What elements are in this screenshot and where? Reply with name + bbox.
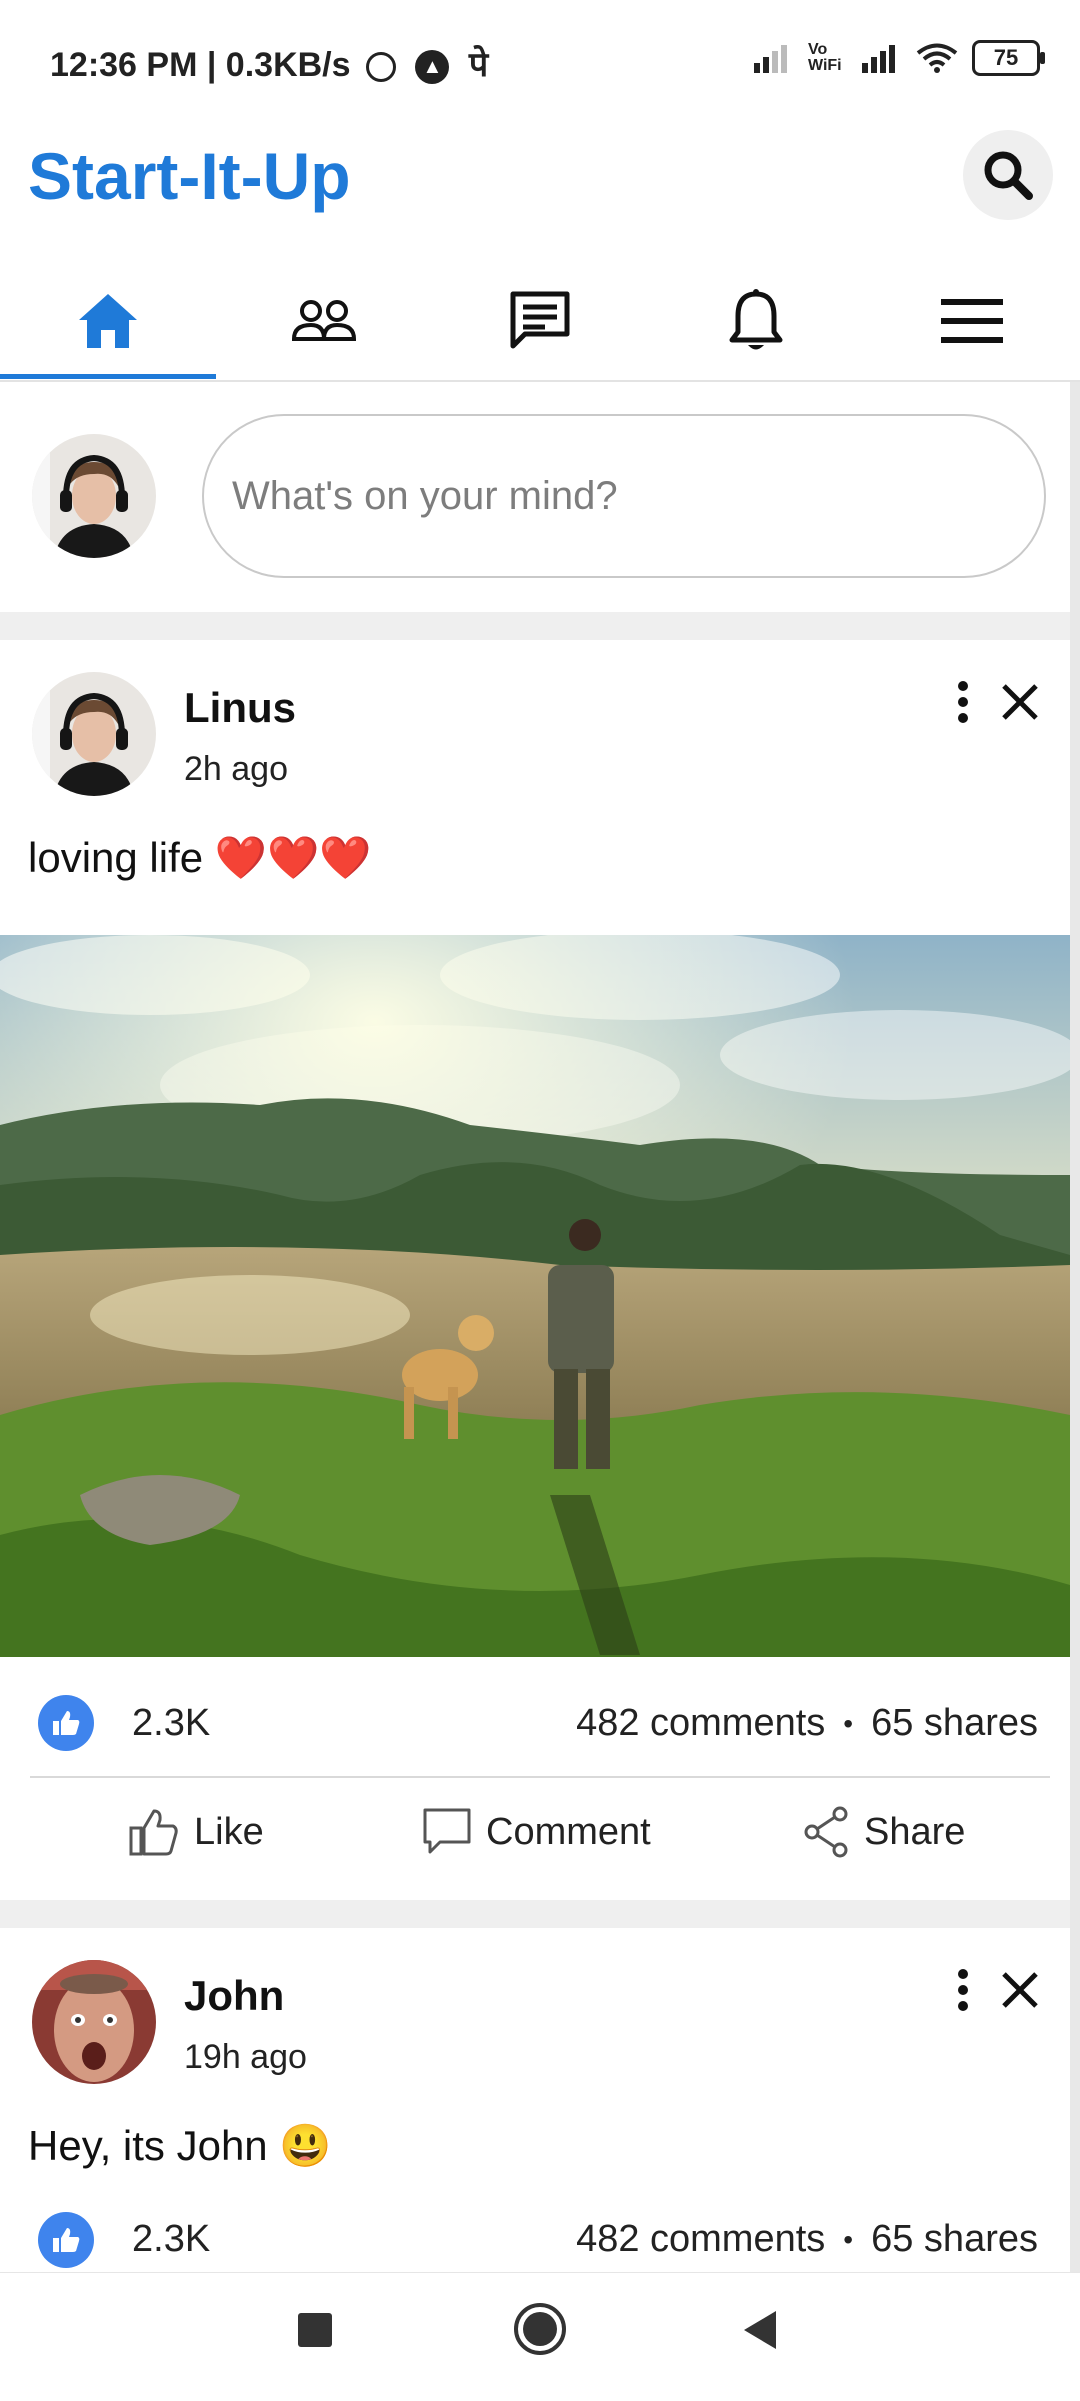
home-icon <box>79 294 137 348</box>
menu-icon <box>941 299 1003 343</box>
battery-indicator: 75 <box>972 40 1045 76</box>
status-bar: 12:36 PM | 0.3KB/s ▲ पे Vo WiFi 75 <box>0 0 1080 130</box>
post-image[interactable] <box>0 930 1080 1657</box>
like-count[interactable]: 2.3K <box>132 1702 210 1745</box>
share-count[interactable]: 65 shares <box>871 1702 1038 1745</box>
share-icon <box>804 1806 848 1858</box>
thumbs-up-outline-icon <box>129 1809 178 1856</box>
app-title: Start-It-Up <box>28 139 351 213</box>
avatar-image <box>32 434 156 558</box>
search-icon <box>984 151 1033 200</box>
thumbs-up-icon <box>53 1711 80 1735</box>
bullet-separator: • <box>843 2223 854 2255</box>
friends-icon <box>291 300 357 341</box>
share-button[interactable]: Share <box>802 1806 965 1858</box>
comment-button[interactable]: Comment <box>422 1806 651 1858</box>
comment-count[interactable]: 482 comments <box>576 1702 825 1745</box>
share-count[interactable]: 65 shares <box>871 2218 1038 2261</box>
post-text: Hey, its John 😃 <box>28 2122 332 2169</box>
signal-icon <box>754 45 787 73</box>
post-timestamp: 19h ago <box>184 2038 307 2076</box>
wifi-icon <box>916 43 958 73</box>
post-author-name[interactable]: John <box>184 1972 284 2020</box>
post-author-name[interactable]: Linus <box>184 684 296 732</box>
recent-apps-button[interactable] <box>298 2313 332 2347</box>
engagement-summary: 482 comments • 65 shares <box>576 1702 1038 1745</box>
post-options-button[interactable] <box>946 1966 980 2014</box>
post-timestamp: 2h ago <box>184 750 288 788</box>
avatar-image <box>32 672 156 796</box>
comment-count[interactable]: 482 comments <box>576 2218 825 2261</box>
post-author-avatar[interactable] <box>32 1960 156 2084</box>
tab-messages[interactable] <box>432 265 648 377</box>
like-count-badge <box>38 2212 94 2268</box>
thumbs-up-icon <box>53 2228 80 2252</box>
tab-notifications[interactable] <box>648 265 864 377</box>
post-options-button[interactable] <box>946 678 980 726</box>
scrollbar[interactable] <box>1070 382 1080 2272</box>
messages-icon <box>510 291 570 349</box>
tab-friends[interactable] <box>216 265 432 377</box>
like-button[interactable]: Like <box>128 1806 264 1858</box>
bullet-separator: • <box>843 1707 854 1739</box>
hide-post-button[interactable] <box>1000 1970 1040 2010</box>
section-divider <box>0 612 1070 640</box>
engagement-summary: 482 comments • 65 shares <box>576 2218 1038 2261</box>
tab-menu[interactable] <box>864 265 1080 377</box>
avatar-image <box>32 1960 156 2084</box>
post-author-avatar[interactable] <box>32 672 156 796</box>
back-button[interactable] <box>740 2309 780 2351</box>
stats-divider <box>30 1776 1050 1778</box>
more-vertical-icon <box>958 1969 968 2011</box>
search-button[interactable] <box>963 130 1053 220</box>
whatsapp-icon <box>366 52 396 83</box>
tab-home[interactable] <box>0 265 216 379</box>
more-vertical-icon <box>958 681 968 723</box>
status-right: Vo WiFi 75 <box>754 40 1045 76</box>
system-nav-bar <box>0 2272 1080 2401</box>
section-divider <box>0 1900 1070 1928</box>
post-photo <box>0 930 1080 1657</box>
home-circle-icon <box>514 2303 566 2355</box>
top-nav <box>0 265 1080 382</box>
comment-icon <box>423 1808 471 1854</box>
status-glyph: पे <box>468 46 489 84</box>
signal-icon-2 <box>862 45 895 73</box>
hide-post-button[interactable] <box>1000 682 1040 722</box>
home-button[interactable] <box>512 2301 568 2357</box>
status-time: 12:36 PM | 0.3KB/s ▲ पे <box>50 46 489 85</box>
bell-icon <box>729 289 783 350</box>
current-user-avatar[interactable] <box>32 434 156 558</box>
back-triangle-icon <box>744 2311 776 2349</box>
post-text: loving life ❤️❤️❤️ <box>28 834 372 881</box>
like-count-badge <box>38 1695 94 1751</box>
close-icon <box>1002 1972 1038 2008</box>
vowifi-label: Vo WiFi <box>808 41 842 74</box>
post-composer-input[interactable]: What's on your mind? <box>202 414 1046 578</box>
like-count[interactable]: 2.3K <box>132 2218 210 2261</box>
active-tab-indicator <box>0 374 216 379</box>
app-notification-icon: ▲ <box>415 50 450 85</box>
close-icon <box>1002 684 1038 720</box>
